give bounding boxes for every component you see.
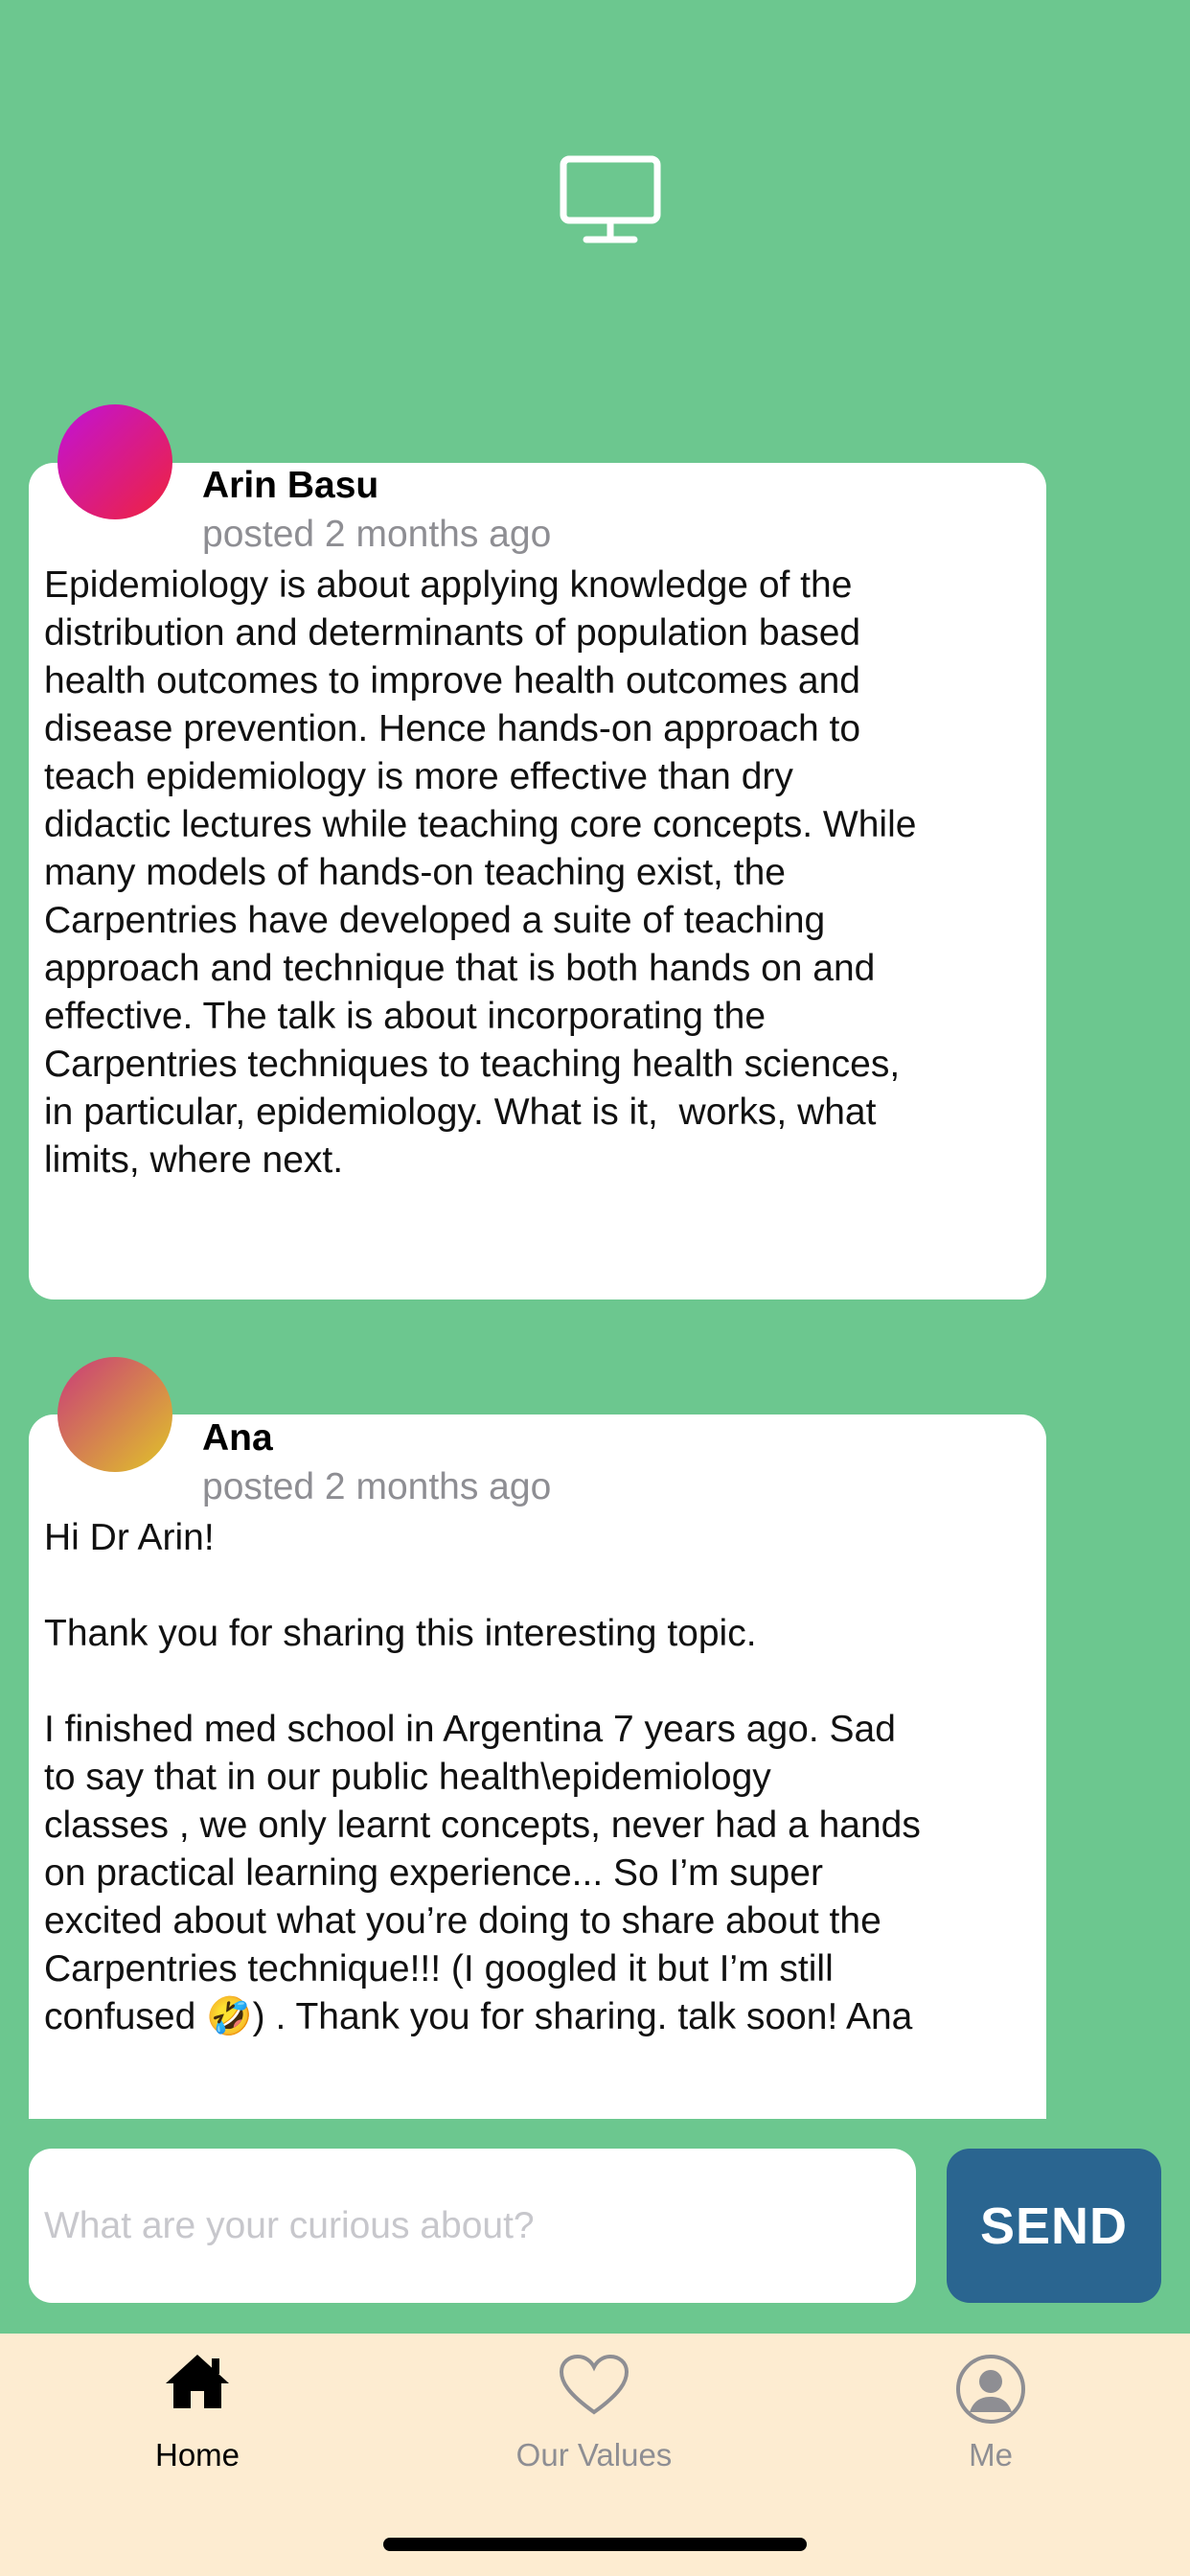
question-input[interactable]	[29, 2149, 916, 2303]
monitor-icon	[560, 155, 661, 243]
tab-our-values[interactable]: Our Values	[469, 2334, 719, 2496]
send-button[interactable]: SEND	[947, 2149, 1161, 2303]
post-body: Hi Dr Arin! Thank you for sharing this i…	[44, 1517, 921, 2037]
heart-icon	[559, 2354, 629, 2415]
user-icon	[956, 2355, 1025, 2424]
post-timestamp: posted 2 months ago	[202, 514, 552, 555]
tab-our-values-label: Our Values	[515, 2437, 673, 2472]
post-body: Epidemiology is about applying knowledge…	[44, 564, 917, 1181]
home-icon	[166, 2355, 229, 2408]
avatar[interactable]	[57, 1357, 172, 1472]
avatar[interactable]	[57, 404, 172, 519]
post-author: Arin Basu	[202, 465, 379, 506]
post-timestamp: posted 2 months ago	[202, 1466, 552, 1507]
tab-home-label: Home	[154, 2437, 240, 2472]
tab-home[interactable]: Home	[73, 2334, 322, 2496]
home-indicator	[383, 2538, 807, 2551]
post-author: Ana	[202, 1417, 273, 1459]
tab-me-label: Me	[969, 2437, 1013, 2472]
tab-me[interactable]: Me	[866, 2334, 1115, 2496]
